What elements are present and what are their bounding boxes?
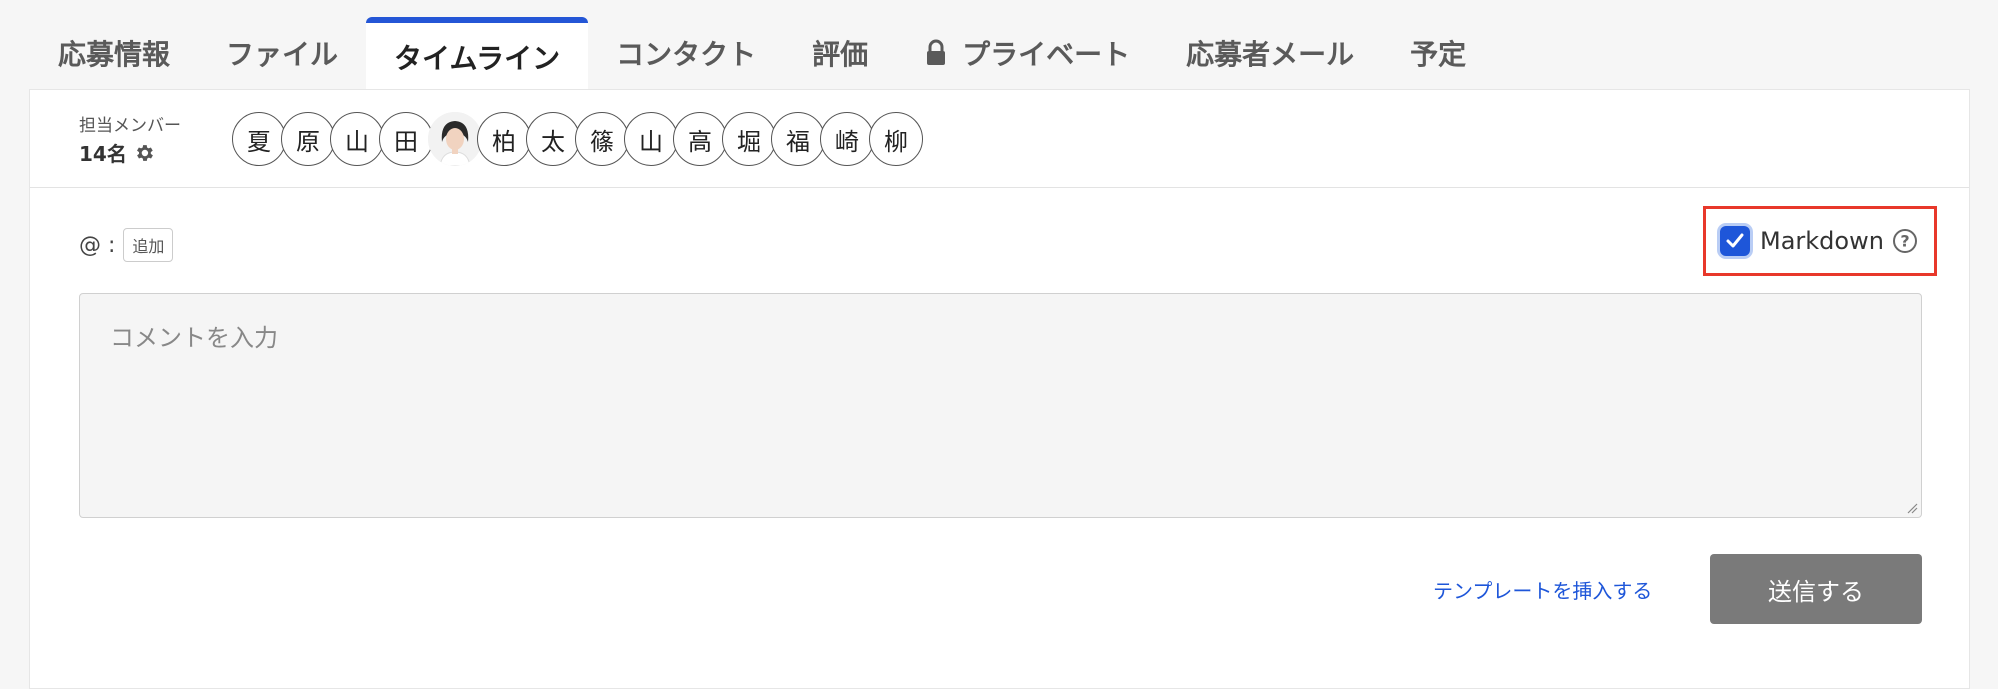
help-icon[interactable]: ?	[1892, 228, 1918, 254]
tab-bar: 応募情報 ファイル タイムライン コンタクト 評価 プライベート 応募者メール …	[30, 17, 1494, 89]
timeline-panel: 担当メンバー 14名 夏 原 山 田 柏 太 篠 山 高 堀 福 崎 柳 @:…	[29, 89, 1970, 689]
markdown-checkbox[interactable]	[1720, 226, 1750, 256]
members-count: 14名	[79, 138, 155, 167]
mention-prefix: @ :	[79, 232, 116, 258]
add-mention-button[interactable]: 追加	[123, 228, 174, 262]
members-label: 担当メンバー	[79, 116, 181, 136]
avatar[interactable]: 堀	[722, 112, 776, 166]
tab-timeline[interactable]: タイムライン	[366, 17, 589, 89]
avatar[interactable]: 太	[526, 112, 580, 166]
avatar[interactable]: 柏	[477, 112, 531, 166]
tab-application-info[interactable]: 応募情報	[30, 17, 198, 89]
avatar[interactable]: 田	[379, 112, 433, 166]
resize-handle-icon[interactable]	[1906, 502, 1918, 514]
send-button[interactable]: 送信する	[1710, 554, 1922, 624]
tab-files[interactable]: ファイル	[198, 17, 366, 89]
avatar[interactable]: 崎	[820, 112, 874, 166]
avatar[interactable]: 原	[281, 112, 335, 166]
tab-private[interactable]: プライベート	[896, 17, 1158, 89]
tab-evaluation[interactable]: 評価	[784, 17, 896, 89]
avatar[interactable]: 福	[771, 112, 825, 166]
avatar-photo[interactable]	[428, 112, 482, 166]
svg-text:?: ?	[1900, 232, 1909, 251]
check-icon	[1726, 233, 1744, 248]
tab-applicant-mail[interactable]: 応募者メール	[1158, 17, 1382, 89]
members-row: 担当メンバー 14名 夏 原 山 田 柏 太 篠 山 高 堀 福 崎 柳	[30, 90, 1969, 188]
avatar[interactable]: 山	[624, 112, 678, 166]
avatar[interactable]: 山	[330, 112, 384, 166]
lock-icon	[927, 39, 946, 65]
tab-schedule[interactable]: 予定	[1382, 17, 1494, 89]
markdown-label: Markdown	[1760, 227, 1884, 255]
comment-placeholder: コメントを入力	[110, 324, 278, 352]
avatar[interactable]: 夏	[232, 112, 286, 166]
comment-input[interactable]: コメントを入力	[79, 293, 1922, 518]
mention-row: @ : 追加	[79, 228, 174, 262]
markdown-toggle: Markdown ?	[1703, 206, 1937, 276]
avatar[interactable]: 柳	[869, 112, 923, 166]
avatar[interactable]: 篠	[575, 112, 629, 166]
avatar[interactable]: 高	[673, 112, 727, 166]
person-photo-icon	[428, 112, 482, 166]
tab-contact[interactable]: コンタクト	[588, 17, 784, 89]
gear-icon[interactable]	[133, 142, 155, 164]
insert-template-link[interactable]: テンプレートを挿入する	[1433, 575, 1652, 604]
